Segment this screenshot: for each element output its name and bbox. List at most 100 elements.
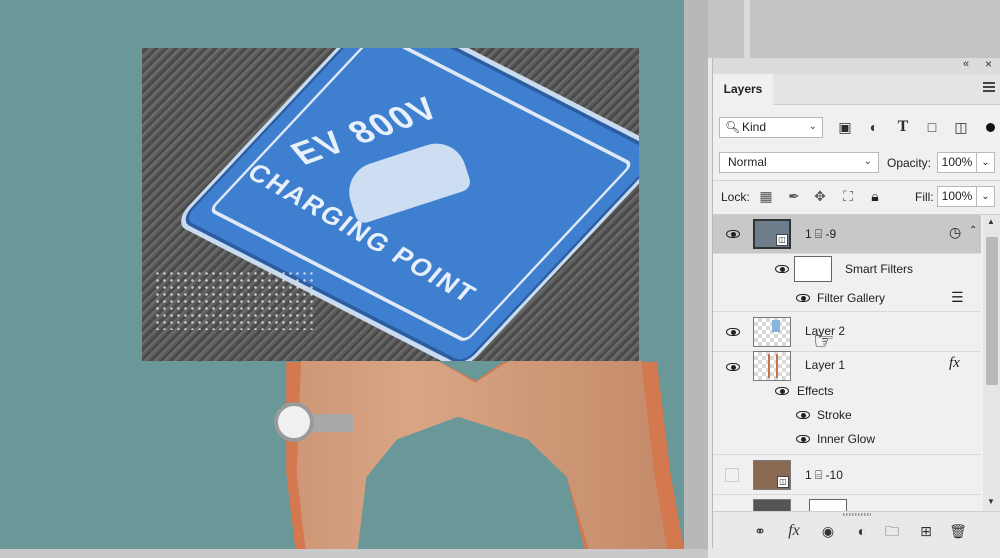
tab-layers[interactable]: Layers [713,74,773,105]
chevron-down-icon: ⌄ [808,121,817,132]
panel-menu-icon[interactable] [983,82,995,92]
layer-thumbnail [753,351,791,381]
layer-thumbnail: ◫ [753,460,791,490]
smart-object-icon: ◫ [776,234,788,246]
lock-position-icon[interactable]: ✥ [811,187,829,205]
layer-list-scrollbar[interactable]: ▲ ▼ [983,215,1000,511]
layer-filter-row: 🔍︎ Kind ⌄ ▣ ◐ T □ ◫ [713,114,1000,142]
adjustment-layer-icon[interactable]: ◐ [853,522,871,540]
filter-gallery-label: Filter Gallery [817,291,886,305]
stroke-label: Stroke [817,408,852,422]
canvas-bottom-strip [0,549,708,558]
eye-icon[interactable] [796,435,812,445]
chevron-down-icon: ⌄ [863,156,872,167]
thumbnail-content [772,320,780,332]
visibility-off-box[interactable] [725,468,739,482]
chevron-up-icon[interactable]: ⌃ [969,225,977,236]
hands-image [296,360,668,549]
layer-row-layer-2[interactable]: Layer 2 [713,312,981,352]
fill-label: Fill: [915,190,934,204]
layer-row-stroke[interactable]: Stroke [713,404,981,427]
fill-input[interactable]: 100% [937,186,977,207]
opacity-input[interactable]: 100% [937,152,977,173]
mask-thumbnail [809,499,847,511]
panel-title-bar: « × [713,57,1000,74]
lock-row: Lock: ▦ ✒ ✥ ⛶ 🔒︎ Fill: 100% ⌄ [713,184,1000,210]
smart-object-icon: ◫ [777,476,789,488]
eye-icon[interactable] [726,363,742,373]
blend-mode-row: Normal ⌄ Opacity: 100% ⌄ [713,150,1000,176]
type-filter-icon[interactable]: T [895,119,911,135]
new-layer-icon[interactable]: ⊞ [917,522,935,540]
smart-filters-label: Smart Filters [845,262,914,276]
lock-all-icon[interactable]: 🔒︎ [866,187,884,205]
layer-row-smart-filters[interactable]: Smart Filters [713,254,981,286]
chevron-down-icon[interactable]: ⌄ [977,186,995,207]
link-layers-icon[interactable]: ⚭ [751,522,769,540]
eye-icon[interactable] [775,387,791,397]
shape-filter-icon[interactable]: □ [924,119,940,135]
layers-panel: « × Layers 🔍︎ Kind ⌄ ▣ ◐ T □ ◫ Normal ⌄ … [712,57,1000,549]
eye-icon[interactable] [726,328,742,338]
filter-toggle-icon[interactable] [986,123,995,132]
blend-mode-select[interactable]: Normal ⌄ [719,152,879,173]
adjustment-filter-icon[interactable]: ◐ [866,119,882,135]
divider [713,180,1000,181]
layer-effects-icon[interactable]: fx [949,355,960,372]
chevron-down-icon[interactable]: ⌄ [977,152,995,173]
lock-image-pixels-icon[interactable]: ✒ [785,187,803,205]
document-canvas[interactable]: EV 800V CHARGING POINT [0,0,684,549]
search-icon: 🔍︎ [725,120,741,134]
layer-row-effects[interactable]: Effects [713,380,981,404]
layer-row-partial[interactable] [713,495,981,511]
layer-name: 1 ⌸ -9 [805,227,837,241]
smart-object-filter-icon[interactable]: ◫ [953,119,969,135]
close-icon[interactable]: × [985,57,992,71]
layer-row-inner-glow[interactable]: Inner Glow [713,427,981,455]
layer-thumbnail [753,317,791,347]
layer-row-filter-gallery[interactable]: Filter Gallery ☰ [713,286,981,312]
hand-cursor-icon: ☞ [813,328,835,355]
braille-dots [154,270,314,330]
inner-glow-label: Inner Glow [817,432,876,446]
layer-list: ◫ 1 ⌸ -9 ◷ ⌃ Smart Filters Filter Galler… [713,215,981,511]
layer-name: 1 ⌸ -10 [805,468,843,482]
filter-kind-label: Kind [742,120,767,134]
new-group-icon[interactable]: 🗀︎ [883,522,901,540]
scrollbar-thumb[interactable] [986,237,998,385]
filter-mask-thumbnail [794,256,832,282]
add-layer-style-icon[interactable]: fx [785,522,803,540]
panel-tab-row: Layers [713,74,1000,105]
lock-label: Lock: [721,190,750,204]
wristwatch [274,402,314,442]
layer-row-smart-object-9[interactable]: ◫ 1 ⌸ -9 ◷ ⌃ [713,215,981,254]
canvas-pasteboard-edge [684,0,708,558]
filter-kind-select[interactable]: 🔍︎ Kind ⌄ [719,117,823,138]
effects-label: Effects [797,384,834,398]
watch-band [312,414,354,432]
lock-transparent-pixels-icon[interactable]: ▦ [757,187,775,205]
collapse-icon[interactable]: « [963,58,969,70]
resize-grip[interactable] [843,513,871,516]
blend-mode-value: Normal [728,155,767,169]
eye-icon[interactable] [796,411,812,421]
layer-row-layer-1[interactable]: Layer 1 fx [713,351,981,381]
layers-panel-footer: ⚭ fx ◉ ◐ 🗀︎ ⊞ 🗑︎ [713,511,1000,549]
add-mask-icon[interactable]: ◉ [819,522,837,540]
panel-dock-gap [708,0,1000,58]
scroll-down-icon[interactable]: ▼ [987,497,995,506]
eye-icon[interactable] [726,230,742,240]
opacity-label: Opacity: [887,156,932,170]
smart-filter-mask-icon[interactable]: ◷ [949,224,961,241]
thumbnail-content [768,354,778,378]
eye-icon[interactable] [796,294,812,304]
layer-thumbnail [753,499,791,511]
eye-icon[interactable] [775,265,791,275]
filter-blending-options-icon[interactable]: ☰ [951,289,964,306]
delete-layer-icon[interactable]: 🗑︎ [949,522,967,540]
lock-artboard-icon[interactable]: ⛶ [839,187,857,205]
layer-row-smart-object-10[interactable]: ◫ 1 ⌸ -10 [713,455,981,495]
sign-photo[interactable]: EV 800V CHARGING POINT [142,48,639,361]
image-filter-icon[interactable]: ▣ [837,119,853,135]
scroll-up-icon[interactable]: ▲ [987,217,995,226]
